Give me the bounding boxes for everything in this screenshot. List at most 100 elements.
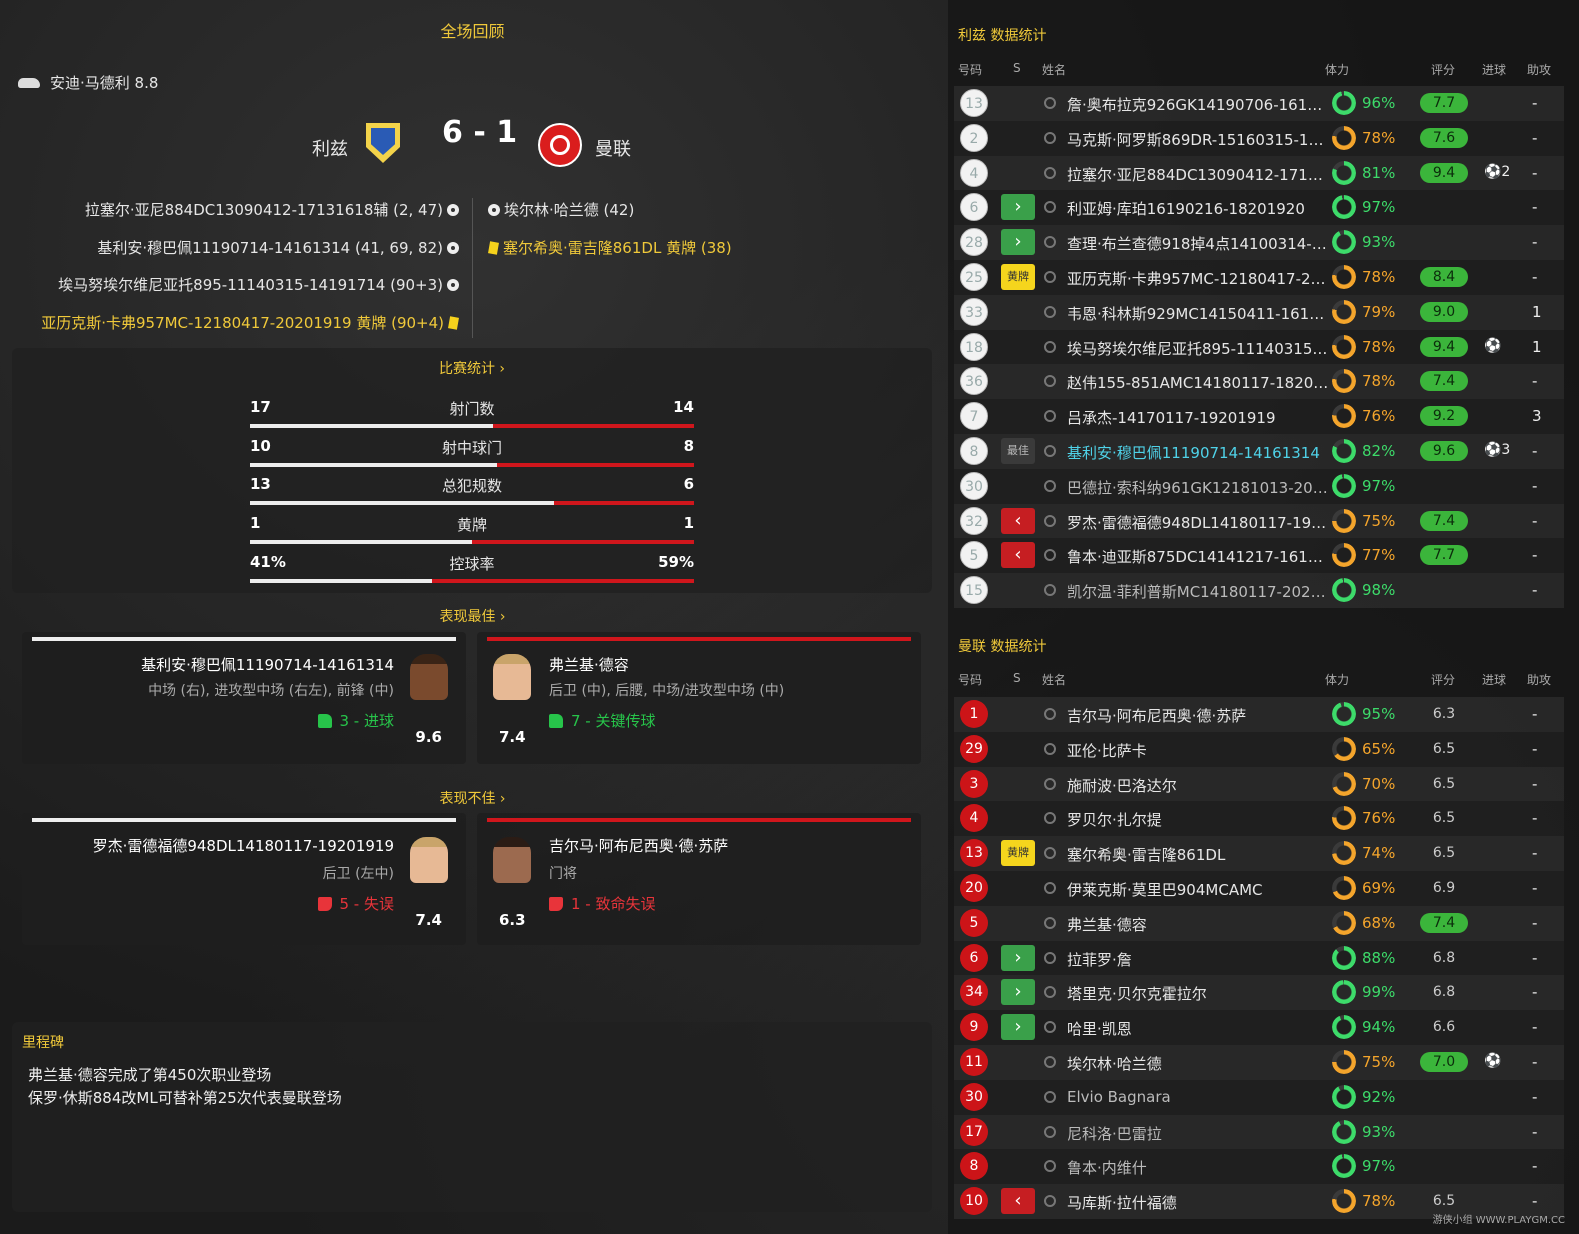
col-goals[interactable]: 进球 — [1482, 671, 1506, 688]
col-assists[interactable]: 助攻 — [1527, 61, 1551, 78]
worst-away-card[interactable]: 吉尔马·阿布尼西奥·德·苏萨 门将 1 - 致命失误 6.3 — [477, 813, 921, 945]
col-rating[interactable]: 评分 — [1431, 671, 1455, 688]
player-row[interactable]: 1 吉尔马·阿布尼西奥·德·苏萨 95% 6.3 - — [954, 697, 1564, 732]
best-performers-link[interactable]: 表现最佳 › — [0, 606, 945, 626]
home-event[interactable]: 拉塞尔·亚尼884DC13090412-17131618辅 (2, 47) — [85, 199, 463, 220]
player-row[interactable]: 30 Elvio Bagnara 92% - — [954, 1079, 1564, 1115]
shirt-number: 11 — [960, 1047, 988, 1076]
player-name[interactable]: 吉尔马·阿布尼西奥·德·苏萨 — [1067, 705, 1329, 726]
leeds-crest-icon — [366, 123, 400, 163]
away-event[interactable]: 埃尔林·哈兰德 (42) — [484, 199, 634, 220]
player-name[interactable]: 拉塞尔·亚尼884DC13090412-17131... — [1067, 164, 1329, 185]
player-name[interactable]: 罗贝尔·扎尔提 — [1067, 809, 1329, 830]
best-away-card[interactable]: 弗兰基·德容 后卫 (中), 后腰, 中场/进攻型中场 (中) 7 - 关键传球… — [477, 632, 921, 764]
player-name[interactable]: 凯尔温·菲利普斯MC14180117-2020... — [1067, 581, 1329, 602]
col-assists[interactable]: 助攻 — [1527, 671, 1551, 688]
player-name[interactable]: 詹·奥布拉克926GK14190706-16101... — [1067, 94, 1329, 115]
col-stamina[interactable]: 体力 — [1325, 61, 1349, 78]
assists-value: - — [1532, 1087, 1538, 1106]
col-status[interactable]: S — [1013, 61, 1021, 75]
player-row[interactable]: 4 罗贝尔·扎尔提 76% 6.5 - — [954, 801, 1564, 837]
player-name[interactable]: 赵伟155-851AMC14180117-18201919 — [1067, 372, 1329, 393]
player-row[interactable]: 9 › 哈里·凯恩 94% 6.6 - — [954, 1010, 1564, 1045]
player-row[interactable]: 8 鲁本·内维什 97% - — [954, 1149, 1564, 1185]
player-row[interactable]: 30 巴德拉·索科纳961GK12181013-2017... 97% - — [954, 468, 1564, 504]
player-row[interactable]: 20 伊莱克斯·莫里巴904MCAMC 69% 6.9 - — [954, 870, 1564, 906]
player-row[interactable]: 7 吕承杰-14170117-19201919 76% 9.2 3 — [954, 399, 1564, 434]
player-row[interactable]: 5 弗兰基·德容 68% 7.4 - — [954, 905, 1564, 941]
col-status[interactable]: S — [1013, 671, 1021, 685]
col-name[interactable]: 姓名 — [1042, 671, 1066, 688]
player-name[interactable]: 查理·布兰查德918掉4点14100314-1... — [1067, 233, 1329, 254]
player-row[interactable]: 15 凯尔温·菲利普斯MC14180117-2020... 98% - — [954, 573, 1564, 608]
player-name[interactable]: 伊莱克斯·莫里巴904MCAMC — [1067, 879, 1329, 900]
rating-badge — [1420, 1156, 1468, 1176]
player-row[interactable]: 18 埃马努埃尔维尼亚托895-11140315-... 78% 9.4 ⚽ 1 — [954, 329, 1564, 365]
worst-home-card[interactable]: 罗杰·雷德福德948DL14180117-19201919 后卫 (左中) 5 … — [22, 813, 466, 945]
player-name[interactable]: 埃马努埃尔维尼亚托895-11140315-... — [1067, 338, 1329, 359]
player-rating: 6.3 — [499, 911, 526, 929]
away-team-name[interactable]: 曼联 — [595, 135, 631, 161]
rating-badge: 6.3 — [1432, 706, 1456, 722]
player-name[interactable]: 鲁本·内维什 — [1067, 1157, 1329, 1178]
player-row[interactable]: 28 › 查理·布兰查德918掉4点14100314-1... 93% - — [954, 225, 1564, 260]
player-name[interactable]: 塔里克·贝尔克霍拉尔 — [1067, 983, 1329, 1004]
col-rating[interactable]: 评分 — [1431, 61, 1455, 78]
player-row[interactable]: 25 黄牌 亚历克斯·卡弗957MC-12180417-20... 78% 8.4 - — [954, 259, 1564, 295]
worst-performers-link[interactable]: 表现不佳 › — [0, 788, 945, 808]
player-row[interactable]: 13 詹·奥布拉克926GK14190706-16101... 96% 7.7 - — [954, 86, 1564, 121]
shirt-number: 4 — [960, 158, 988, 187]
col-stamina[interactable]: 体力 — [1325, 671, 1349, 688]
player-name[interactable]: 鲁本·迪亚斯875DC14141217-161912... — [1067, 546, 1329, 567]
player-row[interactable]: 36 赵伟155-851AMC14180117-18201919 78% 7.4 - — [954, 364, 1564, 400]
player-name[interactable]: 埃尔林·哈兰德 — [1067, 1053, 1329, 1074]
player-name[interactable]: 马克斯·阿罗斯869DR-15160315-151... — [1067, 129, 1329, 150]
player-row[interactable]: 4 拉塞尔·亚尼884DC13090412-17131... 81% 9.4 ⚽2 - — [954, 155, 1564, 191]
player-row[interactable]: 3 施耐波·巴洛达尔 70% 6.5 - — [954, 766, 1564, 802]
player-name[interactable]: 亚伦·比萨卡 — [1067, 740, 1329, 761]
player-name[interactable]: Elvio Bagnara — [1067, 1088, 1329, 1106]
player-name[interactable]: 韦恩·科林斯929MC14150411-161614... — [1067, 303, 1329, 324]
match-stats-link[interactable]: 比赛统计 › — [12, 358, 932, 378]
rating-badge: 9.6 — [1420, 440, 1468, 461]
stamina-ring-icon — [1332, 230, 1356, 255]
player-row[interactable]: 6 › 拉菲罗·詹 88% 6.8 - — [954, 940, 1564, 976]
player-row[interactable]: 13 黄牌 塞尔希奥·雷吉隆861DL 74% 6.5 - — [954, 836, 1564, 871]
player-name[interactable]: 马库斯·拉什福德 — [1067, 1192, 1329, 1213]
away-event[interactable]: 塞尔希奥·雷吉隆861DL 黄牌 (38) — [484, 237, 732, 258]
col-name[interactable]: 姓名 — [1042, 61, 1066, 78]
player-name[interactable]: 塞尔希奥·雷吉隆861DL — [1067, 844, 1329, 865]
best-home-card[interactable]: 基利安·穆巴佩11190714-14161314 中场 (右), 进攻型中场 (… — [22, 632, 466, 764]
player-name[interactable]: 弗兰基·德容 — [1067, 914, 1329, 935]
col-number[interactable]: 号码 — [958, 61, 982, 78]
player-row[interactable]: 32 ‹ 罗杰·雷德福德948DL14180117-1920... 75% 7.4 - — [954, 503, 1564, 539]
player-row[interactable]: 8 最佳 基利安·穆巴佩11190714-14161314 82% 9.6 ⚽3 - — [954, 433, 1564, 469]
home-stats-title: 利兹 数据统计 — [958, 28, 1047, 44]
home-event[interactable]: 埃马努埃尔维尼亚托895-11140315-14191714 (90+3) — [58, 274, 463, 295]
player-name[interactable]: 巴德拉·索科纳961GK12181013-2017... — [1067, 477, 1329, 498]
player-row[interactable]: 33 韦恩·科林斯929MC14150411-161614... 79% 9.0 1 — [954, 294, 1564, 330]
player-row[interactable]: 6 › 利亚姆·库珀16190216-18201920 97% - — [954, 190, 1564, 226]
player-row[interactable]: 2 马克斯·阿罗斯869DR-15160315-151... 78% 7.6 - — [954, 120, 1564, 156]
player-name[interactable]: 拉菲罗·詹 — [1067, 949, 1329, 970]
player-name[interactable]: 基利安·穆巴佩11190714-14161314 — [1067, 442, 1329, 463]
player-row[interactable]: 17 尼科洛·巴雷拉 93% - — [954, 1114, 1564, 1150]
player-name[interactable]: 罗杰·雷德福德948DL14180117-1920... — [1067, 512, 1329, 533]
col-goals[interactable]: 进球 — [1482, 61, 1506, 78]
player-row[interactable]: 29 亚伦·比萨卡 65% 6.5 - — [954, 731, 1564, 767]
home-team-name[interactable]: 利兹 — [312, 135, 348, 161]
player-name[interactable]: 施耐波·巴洛达尔 — [1067, 775, 1329, 796]
player-name[interactable]: 利亚姆·库珀16190216-18201920 — [1067, 198, 1329, 219]
player-name[interactable]: 吕承杰-14170117-19201919 — [1067, 407, 1329, 428]
player-name[interactable]: 亚历克斯·卡弗957MC-12180417-20... — [1067, 268, 1329, 289]
col-number[interactable]: 号码 — [958, 671, 982, 688]
home-share-fill — [250, 540, 472, 544]
player-name[interactable]: 哈里·凯恩 — [1067, 1018, 1329, 1039]
player-row[interactable]: 34 › 塔里克·贝尔克霍拉尔 99% 6.8 - — [954, 975, 1564, 1011]
player-row[interactable]: 5 ‹ 鲁本·迪亚斯875DC14141217-161912... 77% 7.7 - — [954, 538, 1564, 574]
yellow-card-badge: 黄牌 — [1001, 263, 1035, 290]
player-name[interactable]: 尼科洛·巴雷拉 — [1067, 1123, 1329, 1144]
home-event[interactable]: 基利安·穆巴佩11190714-14161314 (41, 69, 82) — [97, 237, 463, 258]
home-event[interactable]: 亚历克斯·卡弗957MC-12180417-20201919 黄牌 (90+4) — [41, 312, 463, 333]
player-row[interactable]: 11 埃尔林·哈兰德 75% 7.0 ⚽ - — [954, 1044, 1564, 1080]
